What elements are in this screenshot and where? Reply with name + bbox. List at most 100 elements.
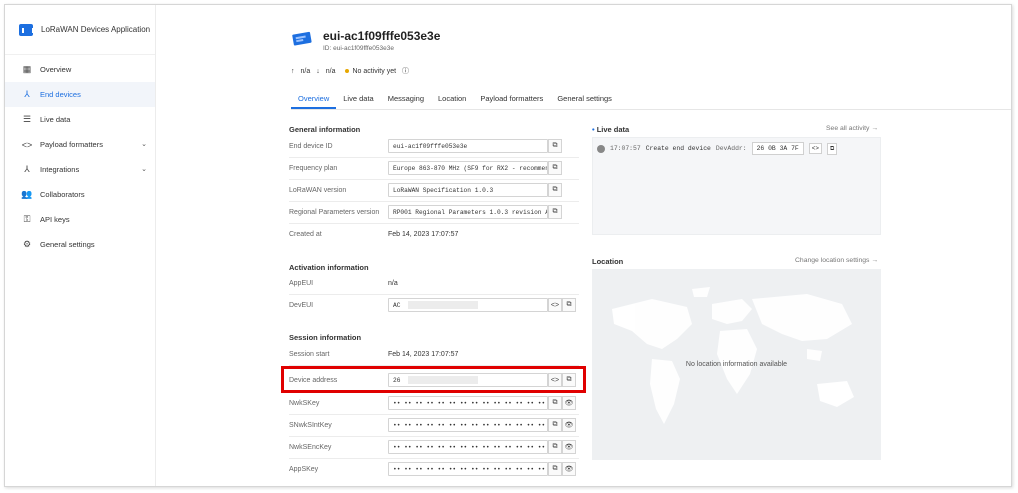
chevron-down-icon[interactable]: ⌄ bbox=[141, 165, 147, 173]
row-dev-eui: DevEUI AC <> ⧉ bbox=[289, 296, 579, 314]
downlink-icon: ↓ bbox=[316, 67, 320, 75]
eye-icon[interactable]: 👁 bbox=[562, 462, 576, 476]
sidebar-item-label: Integrations bbox=[40, 165, 80, 174]
row-created-at: Created at Feb 14, 2023 17:07:57 bbox=[289, 225, 579, 243]
copy-icon[interactable]: ⧉ bbox=[548, 396, 562, 410]
sidebar-item-label: Live data bbox=[40, 115, 71, 124]
help-icon[interactable]: ⓘ bbox=[402, 66, 409, 76]
regional-params-field: RP001 Regional Parameters 1.0.3 revision… bbox=[388, 205, 548, 219]
row-frequency-plan: Frequency plan Europe 863-870 MHz (SF9 f… bbox=[289, 159, 579, 177]
device-id: ID: eui-ac1f09fffe053e3e bbox=[323, 45, 394, 52]
tab-location[interactable]: Location bbox=[431, 85, 473, 109]
sidebar-item-label: Payload formatters bbox=[40, 140, 103, 149]
sidebar-item-payload-formatters[interactable]: <> Payload formatters ⌄ bbox=[5, 132, 155, 157]
sidebar-item-label: General settings bbox=[40, 240, 95, 249]
field-label: SNwkSIntKey bbox=[289, 421, 332, 429]
sidebar-item-live-data[interactable]: ☰ Live data bbox=[5, 107, 155, 132]
network-icon: ⅄ bbox=[24, 89, 30, 99]
event-time: 17:07:57 bbox=[610, 145, 641, 152]
nwkskey-field: •• •• •• •• •• •• •• •• •• •• •• •• •• •… bbox=[388, 396, 548, 410]
appskey-field: •• •• •• •• •• •• •• •• •• •• •• •• •• •… bbox=[388, 462, 548, 476]
dashboard-icon: ▦ bbox=[22, 64, 32, 74]
redacted-mask bbox=[408, 301, 479, 309]
integrations-icon: ⅄ bbox=[24, 164, 30, 174]
key-icon: ⚿ bbox=[23, 214, 31, 224]
row-app-eui: AppEUI n/a bbox=[289, 274, 579, 292]
tab-overview[interactable]: Overview bbox=[291, 85, 337, 109]
device-title: eui-ac1f09fffe053e3e bbox=[323, 29, 441, 43]
sidebar-item-label: Collaborators bbox=[40, 190, 85, 199]
list-icon: ☰ bbox=[22, 114, 32, 124]
row-regional-params: Regional Parameters version RP001 Region… bbox=[289, 203, 579, 221]
field-label: AppEUI bbox=[289, 279, 314, 287]
tab-payload-formatters[interactable]: Payload formatters bbox=[473, 85, 550, 109]
devaddr-value: 26 0B 3A 7F bbox=[751, 142, 804, 155]
copy-icon[interactable]: ⧉ bbox=[548, 440, 562, 454]
field-label: Created at bbox=[289, 230, 322, 238]
copy-icon[interactable]: ⧉ bbox=[548, 418, 562, 432]
live-data-title: • Live data bbox=[592, 125, 630, 134]
code-toggle-icon[interactable]: <> bbox=[808, 143, 822, 154]
general-info-title: General information bbox=[289, 125, 361, 134]
copy-icon[interactable]: ⧉ bbox=[548, 139, 562, 153]
field-label: LoRaWAN version bbox=[289, 186, 347, 194]
session-info-title: Session information bbox=[289, 333, 362, 342]
sidebar-item-collaborators[interactable]: 👥 Collaborators bbox=[5, 182, 155, 207]
location-map: No location information available bbox=[592, 269, 881, 460]
eye-icon[interactable]: 👁 bbox=[562, 396, 576, 410]
field-label: Regional Parameters version bbox=[289, 208, 380, 216]
change-location-link[interactable]: Change location settings → bbox=[795, 257, 878, 264]
see-all-activity-link[interactable]: See all activity → bbox=[826, 125, 878, 132]
end-device-id-field: eui-ac1f09fffe053e3e bbox=[388, 139, 548, 153]
field-label: DevEUI bbox=[289, 301, 314, 309]
sidebar-item-label: API keys bbox=[40, 215, 70, 224]
lorawan-version-field: LoRaWAN Specification 1.0.3 bbox=[388, 183, 548, 197]
row-snwksintkey: SNwkSIntKey •• •• •• •• •• •• •• •• •• •… bbox=[289, 416, 579, 434]
row-nwkskey: NwkSKey •• •• •• •• •• •• •• •• •• •• ••… bbox=[289, 394, 579, 412]
device-icon bbox=[292, 31, 312, 46]
field-label: End device ID bbox=[289, 142, 333, 150]
tab-live-data[interactable]: Live data bbox=[336, 85, 380, 109]
sidebar-item-api-keys[interactable]: ⚿ API keys bbox=[5, 207, 155, 232]
session-start-value: Feb 14, 2023 17:07:57 bbox=[388, 350, 459, 358]
field-label: NwkSKey bbox=[289, 399, 320, 407]
main-content: eui-ac1f09fffe053e3e ID: eui-ac1f09fffe0… bbox=[156, 5, 1011, 486]
eye-icon[interactable]: 👁 bbox=[562, 440, 576, 454]
copy-icon[interactable]: ⧉ bbox=[562, 298, 576, 312]
tab-general-settings[interactable]: General settings bbox=[550, 85, 619, 109]
field-label: Session start bbox=[289, 350, 330, 358]
sidebar-item-label: End devices bbox=[40, 90, 81, 99]
live-event-row[interactable]: 17:07:57 Create end device DevAddr: 26 0… bbox=[597, 142, 838, 155]
sidebar-item-overview[interactable]: ▦ Overview bbox=[5, 57, 155, 82]
sidebar-item-general-settings[interactable]: ⚙ General settings bbox=[5, 232, 155, 257]
sidebar-nav: ▦ Overview ⅄ End devices ☰ Live data <> Payl… bbox=[5, 57, 155, 257]
copy-icon[interactable]: ⧉ bbox=[548, 462, 562, 476]
copy-icon[interactable]: ⧉ bbox=[548, 205, 562, 219]
live-data-panel: 17:07:57 Create end device DevAddr: 26 0… bbox=[592, 137, 881, 235]
copy-icon[interactable]: ⧉ bbox=[826, 142, 838, 155]
app-eui-value: n/a bbox=[388, 279, 398, 287]
activation-info-title: Activation information bbox=[289, 263, 369, 272]
app-window: LoRaWAN Devices Application ▦ Overview ⅄ E… bbox=[4, 4, 1012, 487]
sidebar-item-end-devices[interactable]: ⅄ End devices bbox=[5, 82, 155, 107]
code-icon: <> bbox=[21, 139, 33, 150]
devaddr-label: DevAddr: bbox=[715, 145, 747, 152]
code-toggle-icon[interactable]: <> bbox=[548, 298, 562, 312]
app-header: LoRaWAN Devices Application bbox=[5, 5, 155, 55]
row-appskey: AppSKey •• •• •• •• •• •• •• •• •• •• ••… bbox=[289, 460, 579, 478]
traffic-stats: ↑ n/a ↓ n/a No activity yet ⓘ bbox=[291, 66, 409, 76]
copy-icon[interactable]: ⧉ bbox=[548, 183, 562, 197]
highlight-box bbox=[281, 366, 586, 393]
row-session-start: Session start Feb 14, 2023 17:07:57 bbox=[289, 345, 579, 363]
downlink-count: n/a bbox=[325, 67, 336, 75]
uplink-icon: ↑ bbox=[291, 67, 295, 75]
chevron-down-icon[interactable]: ⌄ bbox=[141, 140, 147, 148]
tab-bar: Overview Live data Messaging Location Pa… bbox=[291, 85, 1011, 110]
tab-messaging[interactable]: Messaging bbox=[381, 85, 431, 109]
copy-icon[interactable]: ⧉ bbox=[548, 161, 562, 175]
sidebar-item-integrations[interactable]: ⅄ Integrations ⌄ bbox=[5, 157, 155, 182]
location-title: Location bbox=[592, 257, 624, 266]
uplink-count: n/a bbox=[300, 67, 311, 75]
eye-icon[interactable]: 👁 bbox=[562, 418, 576, 432]
snwksintkey-field: •• •• •• •• •• •• •• •• •• •• •• •• •• •… bbox=[388, 418, 548, 432]
